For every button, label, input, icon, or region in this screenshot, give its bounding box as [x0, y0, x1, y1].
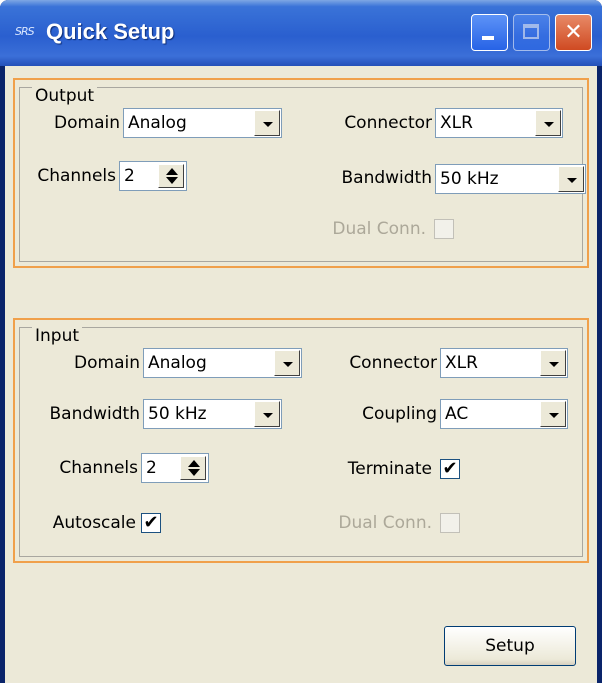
dialog-client-area: Output Domain Analog Connector XLR Chann… [5, 66, 597, 683]
output-group: Output Domain Analog Connector XLR Chann… [13, 78, 589, 268]
output-connector-value: XLR [440, 113, 473, 133]
maximize-button [513, 14, 550, 51]
output-group-legend: Output [32, 86, 98, 106]
window-title: Quick Setup [46, 19, 175, 44]
minimize-button[interactable] [471, 14, 508, 51]
setup-button[interactable]: Setup [444, 626, 576, 666]
maximize-icon [523, 24, 539, 39]
output-bandwidth-label: Bandwidth [341, 168, 432, 188]
input-channels-spinner[interactable]: 2 [141, 453, 209, 483]
input-group-legend: Input [32, 326, 83, 346]
input-connector-label: Connector [349, 353, 437, 373]
input-domain-value: Analog [148, 353, 207, 373]
input-connector-select[interactable]: XLR [440, 348, 568, 378]
input-autoscale-checkbox[interactable]: ✔ [141, 513, 161, 533]
output-connector-label: Connector [344, 113, 432, 133]
input-domain-select[interactable]: Analog [143, 348, 302, 378]
close-icon: ✕ [564, 20, 583, 45]
input-coupling-label: Coupling [362, 404, 437, 424]
output-bandwidth-value: 50 kHz [440, 169, 499, 189]
input-terminate-checkbox[interactable]: ✔ [440, 459, 460, 479]
input-channels-label: Channels [59, 458, 138, 478]
output-group-frame: Output Domain Analog Connector XLR Chann… [19, 86, 586, 262]
input-bandwidth-value: 50 kHz [148, 404, 207, 424]
output-channels-spinner[interactable]: 2 [119, 161, 187, 191]
srs-app-icon: SRS [15, 25, 35, 38]
dropdown-arrow-icon[interactable] [274, 350, 300, 376]
output-domain-value: Analog [128, 113, 187, 133]
input-coupling-select[interactable]: AC [440, 399, 568, 429]
input-bandwidth-label: Bandwidth [49, 404, 140, 424]
input-bandwidth-select[interactable]: 50 kHz [143, 399, 282, 429]
input-terminate-label: Terminate [347, 459, 432, 479]
output-domain-label: Domain [54, 113, 120, 133]
input-dual-conn-checkbox [440, 513, 460, 533]
output-dual-conn-checkbox [434, 219, 454, 239]
close-button[interactable]: ✕ [555, 14, 592, 51]
dropdown-arrow-icon[interactable] [540, 350, 566, 376]
title-bar[interactable]: SRS Quick Setup ✕ [0, 0, 602, 66]
minimize-icon [482, 36, 494, 40]
input-channels-value: 2 [146, 458, 157, 478]
check-icon: ✔ [442, 458, 458, 479]
spinner-arrows-icon[interactable] [180, 456, 206, 480]
quick-setup-window: SRS Quick Setup ✕ Output Domain Analog C… [0, 0, 602, 683]
output-connector-select[interactable]: XLR [435, 108, 563, 138]
input-coupling-value: AC [445, 404, 469, 424]
output-channels-value: 2 [124, 166, 135, 186]
input-domain-label: Domain [74, 353, 140, 373]
input-connector-value: XLR [445, 353, 478, 373]
dropdown-arrow-icon[interactable] [254, 110, 280, 136]
output-bandwidth-select[interactable]: 50 kHz [435, 164, 586, 194]
output-dual-conn-label: Dual Conn. [332, 219, 426, 239]
input-group-frame: Input Domain Analog Connector XLR Bandwi… [19, 326, 583, 557]
check-icon: ✔ [143, 512, 159, 533]
dropdown-arrow-icon[interactable] [558, 166, 584, 192]
output-domain-select[interactable]: Analog [123, 108, 282, 138]
input-dual-conn-label: Dual Conn. [338, 513, 432, 533]
spinner-arrows-icon[interactable] [158, 164, 184, 188]
output-channels-label: Channels [37, 166, 116, 186]
dropdown-arrow-icon[interactable] [540, 401, 566, 427]
input-autoscale-label: Autoscale [52, 513, 136, 533]
input-group: Input Domain Analog Connector XLR Bandwi… [13, 318, 589, 563]
dropdown-arrow-icon[interactable] [535, 110, 561, 136]
dropdown-arrow-icon[interactable] [254, 401, 280, 427]
